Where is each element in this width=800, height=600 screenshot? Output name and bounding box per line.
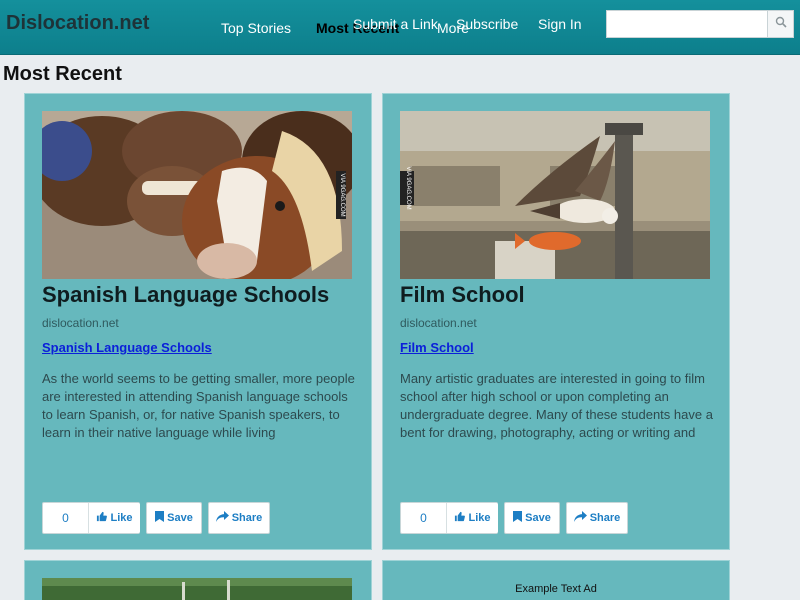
image-watermark: VIA 9GAG.COM [339,173,345,216]
search-input[interactable] [606,10,768,38]
search-button[interactable] [767,10,794,38]
share-icon [573,511,587,525]
share-label: Share [231,512,263,524]
site-header: Dislocation.net Top Stories Most Recent … [0,0,800,55]
search-icon [775,15,787,33]
article-link[interactable]: Spanish Language Schools [42,340,212,355]
like-button[interactable]: Like [89,503,140,533]
share-icon [215,511,229,525]
search-box [606,10,794,38]
like-count: 0 [401,503,447,533]
article-image-horses[interactable]: VIA 9GAG.COM [42,111,352,279]
text-ad-card[interactable]: Example Text Ad [382,560,730,600]
site-logo[interactable]: Dislocation.net [6,12,149,35]
article-link[interactable]: Film School [400,340,474,355]
like-group: 0 Like [42,502,140,534]
like-button[interactable]: Like [447,503,498,533]
article-image-osprey[interactable]: VIA 9GAG.COM [400,111,710,279]
nav-sign-in[interactable]: Sign In [538,16,582,32]
share-button[interactable]: Share [208,502,270,534]
article-description: As the world seems to be getting smaller… [42,371,355,440]
save-label: Save [167,512,193,524]
save-button[interactable]: Save [504,502,560,534]
text-ad-label[interactable]: Example Text Ad [383,583,729,595]
thumbs-up-icon [96,511,108,525]
article-card [24,560,372,600]
bookmark-icon [513,511,523,525]
image-watermark: VIA 9GAG.COM [405,166,411,209]
nav-top-stories[interactable]: Top Stories [221,20,291,36]
thumbs-up-icon [454,511,466,525]
save-button[interactable]: Save [146,502,202,534]
bookmark-icon [155,511,165,525]
article-source: dislocation.net [400,316,477,330]
article-source: dislocation.net [42,316,119,330]
like-count: 0 [43,503,89,533]
nav-subscribe[interactable]: Subscribe [456,16,518,32]
article-title[interactable]: Film School [400,282,525,308]
share-label: Share [589,512,621,524]
article-card: VIA 9GAG.COM Film School dislocation.net… [382,93,730,550]
like-label: Like [468,512,491,524]
article-description: Many artistic graduates are interested i… [400,371,713,440]
share-button[interactable]: Share [566,502,628,534]
like-group: 0 Like [400,502,498,534]
page-title: Most Recent [3,63,122,85]
article-image-landscape[interactable] [42,578,352,600]
nav-submit-link[interactable]: Submit a Link [353,16,438,32]
article-card: VIA 9GAG.COM Spanish Language Schools di… [24,93,372,550]
save-label: Save [525,512,551,524]
article-title[interactable]: Spanish Language Schools [42,282,329,308]
like-label: Like [110,512,133,524]
